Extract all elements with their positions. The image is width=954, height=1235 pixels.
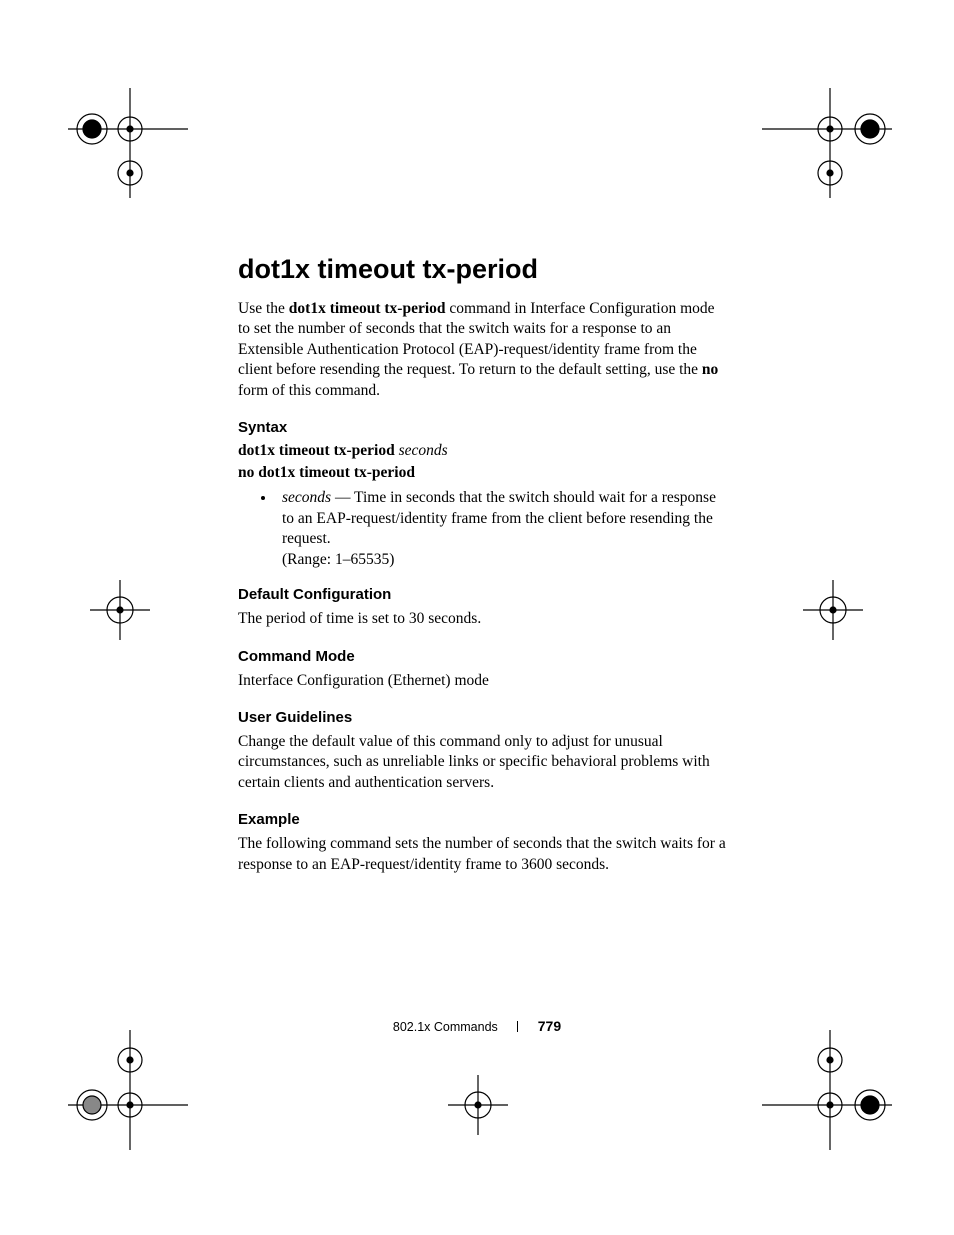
command-title: dot1x timeout tx-period bbox=[238, 254, 728, 285]
section-syntax: Syntax bbox=[238, 419, 728, 436]
footer-separator bbox=[517, 1021, 518, 1032]
syntax-line: dot1x timeout tx-period seconds bbox=[238, 442, 728, 460]
param-name: seconds bbox=[282, 489, 331, 506]
section-default: Default Configuration bbox=[238, 586, 728, 603]
page-content: dot1x timeout tx-period Use the dot1x ti… bbox=[238, 254, 728, 893]
crop-mark-icon bbox=[762, 88, 892, 198]
param-desc: — Time in seconds that the switch should… bbox=[282, 489, 716, 547]
param-range: (Range: 1–65535) bbox=[282, 551, 394, 568]
section-guidelines: User Guidelines bbox=[238, 709, 728, 726]
list-item: seconds — Time in seconds that the switc… bbox=[276, 488, 728, 570]
mode-text: Interface Configuration (Ethernet) mode bbox=[238, 671, 728, 691]
default-text: The period of time is set to 30 seconds. bbox=[238, 609, 728, 629]
footer-page-number: 779 bbox=[538, 1018, 561, 1034]
command-name: dot1x timeout tx-period bbox=[289, 300, 446, 317]
crop-mark-icon bbox=[448, 1075, 508, 1135]
crop-mark-icon bbox=[762, 1030, 892, 1150]
intro-paragraph: Use the dot1x timeout tx-period command … bbox=[238, 299, 728, 401]
syntax-command: dot1x timeout tx-period bbox=[238, 442, 395, 459]
text: Use the bbox=[238, 300, 289, 317]
guidelines-text: Change the default value of this command… bbox=[238, 732, 728, 793]
crop-mark-icon bbox=[90, 580, 150, 640]
crop-mark-icon bbox=[68, 1030, 188, 1150]
section-mode: Command Mode bbox=[238, 648, 728, 665]
syntax-params-list: seconds — Time in seconds that the switc… bbox=[238, 488, 728, 570]
no-keyword: no bbox=[702, 361, 718, 378]
section-example: Example bbox=[238, 811, 728, 828]
crop-mark-icon bbox=[803, 580, 863, 640]
syntax-argument: seconds bbox=[399, 442, 448, 459]
footer-chapter: 802.1x Commands bbox=[393, 1020, 498, 1034]
text: form of this command. bbox=[238, 382, 380, 399]
syntax-no-form: no dot1x timeout tx-period bbox=[238, 464, 728, 482]
example-text: The following command sets the number of… bbox=[238, 834, 728, 875]
page-footer: 802.1x Commands 779 bbox=[0, 1018, 954, 1036]
crop-mark-icon bbox=[68, 88, 188, 198]
